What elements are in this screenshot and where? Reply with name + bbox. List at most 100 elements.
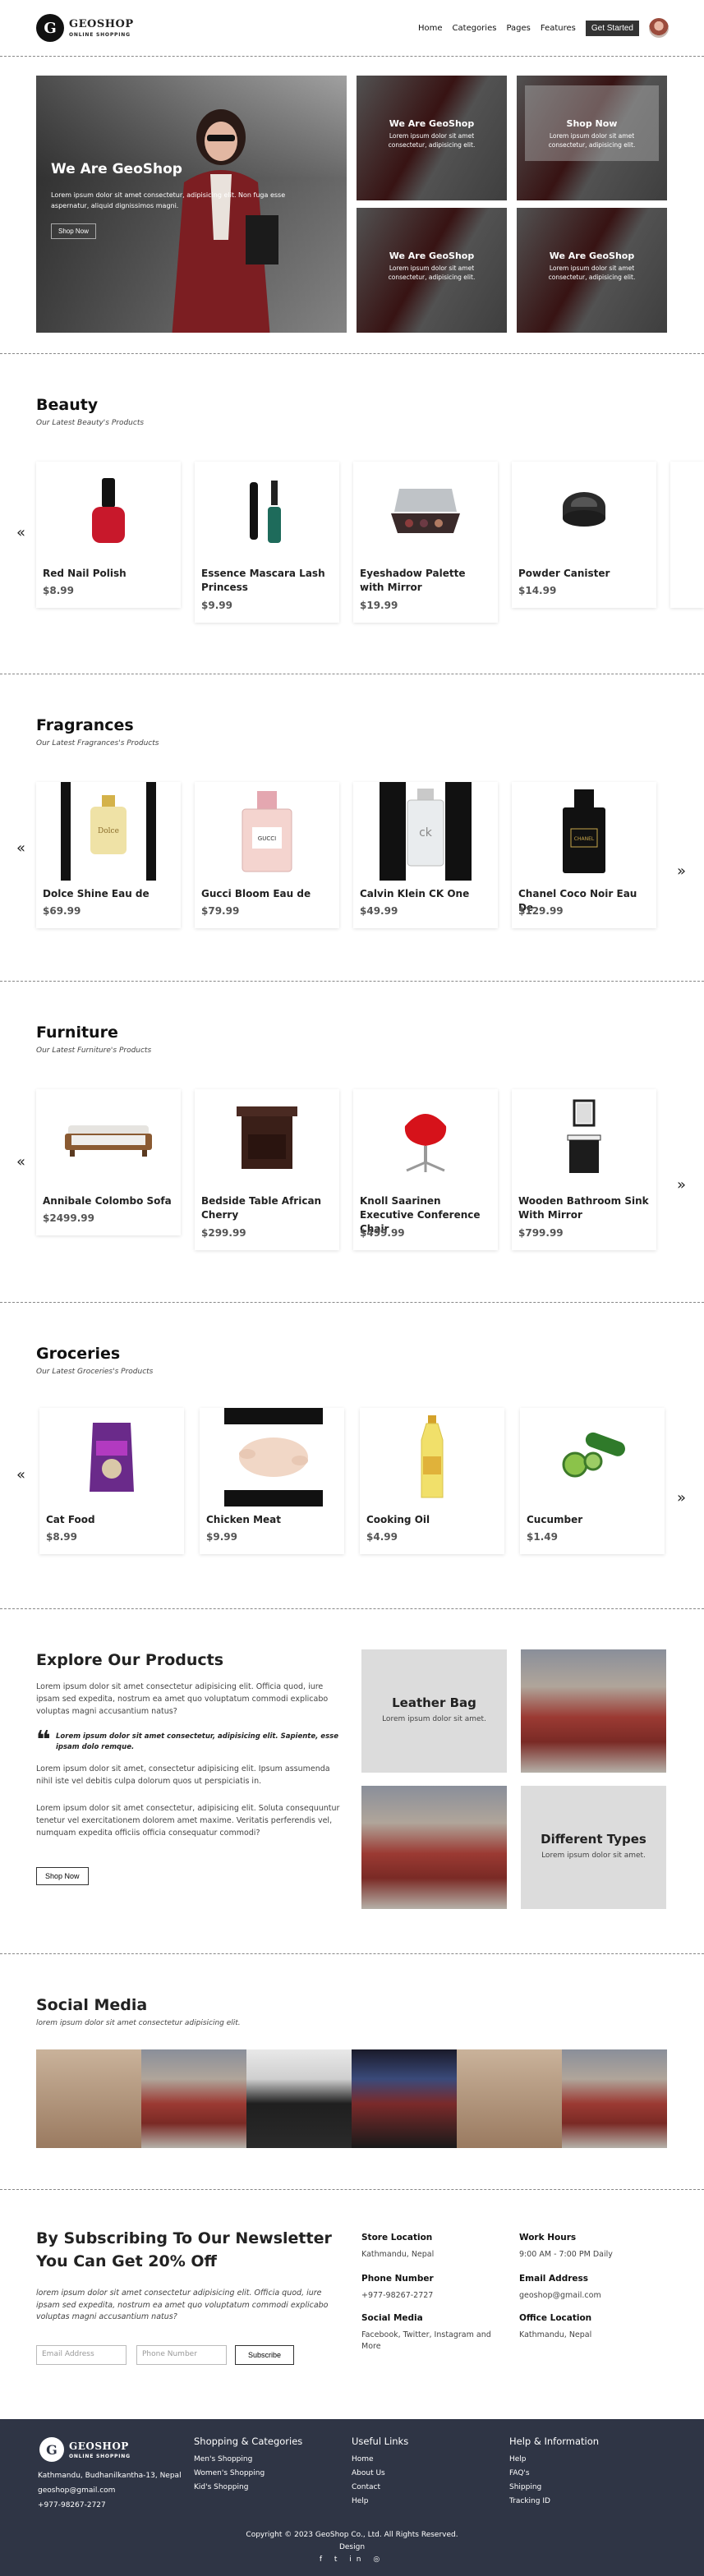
product-image: GUCCI	[195, 782, 339, 881]
tile-leather-bag[interactable]: Leather Bag Lorem ipsum dolor sit amet.	[361, 1649, 507, 1773]
carousel-next-arrow[interactable]: »	[677, 1489, 686, 1506]
footer-link[interactable]: Kid's Shopping	[194, 2483, 248, 2491]
footer-link[interactable]: Contact	[352, 2483, 380, 2491]
product-card[interactable]: Wooden Bathroom Sink With Mirror $799.99	[512, 1089, 656, 1250]
product-card[interactable]: Essence Mascara Lash Princess $9.99	[195, 462, 339, 623]
social-title: Social Media	[36, 1996, 148, 2014]
social-photo[interactable]	[246, 2049, 352, 2148]
brand-name: GEOSHOP	[69, 18, 134, 30]
footer-logo[interactable]: G GEOSHOP ONLINE SHOPPING	[39, 2437, 131, 2462]
subscribe-button[interactable]: Subscribe	[235, 2345, 294, 2365]
social-photo[interactable]	[141, 2049, 246, 2148]
product-card[interactable]: Cooking Oil $4.99	[360, 1408, 504, 1554]
product-card[interactable]: ck Calvin Klein CK One $49.99	[353, 782, 498, 928]
product-image	[360, 1408, 504, 1506]
carousel-next-arrow[interactable]: »	[677, 1176, 686, 1194]
hero-card[interactable]: We Are GeoShop Lorem ipsum dolor sit ame…	[357, 208, 507, 333]
quote-text: Lorem ipsum dolor sit amet consectetur, …	[56, 1732, 338, 1751]
product-card-partial[interactable]	[670, 462, 704, 608]
hero-card-title: We Are GeoShop	[389, 118, 475, 129]
product-name: Cucumber	[527, 1514, 583, 1525]
footer-link[interactable]: Help	[509, 2455, 527, 2463]
tile-text: Lorem ipsum dolor sit amet.	[541, 1852, 646, 1860]
email-field[interactable]: Email Address	[36, 2345, 127, 2365]
product-image	[512, 1089, 656, 1188]
product-card[interactable]: GUCCI Gucci Bloom Eau de $79.99	[195, 782, 339, 928]
product-price: $2499.99	[43, 1212, 95, 1224]
footer-email[interactable]: geoshop@gmail.com	[38, 2486, 115, 2495]
footer-link[interactable]: Men's Shopping	[194, 2455, 252, 2463]
tile-title: Different Types	[541, 1832, 646, 1847]
footer-address: Kathmandu, Budhanilkantha-13, Nepal	[38, 2472, 182, 2480]
phone-field[interactable]: Phone Number	[136, 2345, 227, 2365]
footer-phone: +977-98267-2727	[38, 2501, 106, 2509]
footer-link[interactable]: About Us	[352, 2469, 385, 2477]
get-started-button[interactable]: Get Started	[585, 20, 639, 36]
product-card[interactable]: CHANEL Chanel Coco Noir Eau De $129.99	[512, 782, 656, 928]
tile-different-types[interactable]: Different Types Lorem ipsum dolor sit am…	[521, 1786, 666, 1909]
product-card[interactable]: Chicken Meat $9.99	[200, 1408, 344, 1554]
hero-card[interactable]: We Are GeoShop Lorem ipsum dolor sit ame…	[517, 208, 667, 333]
product-name: Cat Food	[46, 1514, 95, 1525]
social-photo[interactable]	[457, 2049, 562, 2148]
social-photo[interactable]	[36, 2049, 141, 2148]
carousel-next-arrow[interactable]: »	[677, 862, 686, 880]
product-name: Eyeshadow Palette with Mirror	[360, 568, 466, 593]
social-photo[interactable]	[562, 2049, 667, 2148]
product-card[interactable]: Powder Canister $14.99	[512, 462, 656, 608]
section-title: Fragrances	[36, 716, 134, 734]
section-subtitle: Our Latest Groceries's Products	[36, 1368, 154, 1376]
product-card[interactable]: Knoll Saarinen Executive Conference Chai…	[353, 1089, 498, 1250]
nav-features[interactable]: Features	[541, 24, 576, 33]
hero-shop-button[interactable]: Shop Now	[51, 223, 96, 239]
product-card[interactable]: Annibale Colombo Sofa $2499.99	[36, 1089, 181, 1235]
footer-link[interactable]: Help	[352, 2497, 369, 2505]
product-card[interactable]: Eyeshadow Palette with Mirror $19.99	[353, 462, 498, 623]
office-location-label: Office Location	[519, 2313, 592, 2323]
product-card[interactable]: Red Nail Polish $8.99	[36, 462, 181, 608]
explore-paragraph: Lorem ipsum dolor sit amet, consectetur …	[36, 1764, 330, 1787]
footer-link[interactable]: Women's Shopping	[194, 2469, 265, 2477]
product-card[interactable]: Dolce Dolce Shine Eau de $69.99	[36, 782, 181, 928]
product-price: $4.99	[366, 1531, 398, 1543]
product-name: Cooking Oil	[366, 1514, 430, 1525]
quote-icon: ❝	[36, 1726, 51, 1755]
brand-tagline: ONLINE SHOPPING	[69, 32, 131, 38]
product-name: Chicken Meat	[206, 1514, 282, 1525]
hero-model-image	[172, 109, 278, 333]
divider	[0, 1953, 704, 1954]
social-photo[interactable]	[352, 2049, 457, 2148]
footer-link[interactable]: Home	[352, 2455, 374, 2463]
explore-shop-button[interactable]: Shop Now	[36, 1867, 89, 1885]
avatar[interactable]	[649, 18, 669, 38]
footer-link[interactable]: Tracking ID	[509, 2497, 550, 2505]
svg-text:GUCCI: GUCCI	[258, 835, 276, 842]
carousel-prev-arrow[interactable]: «	[16, 524, 25, 541]
nav-categories[interactable]: Categories	[453, 24, 497, 33]
footer-link[interactable]: Shipping	[509, 2483, 541, 2491]
hero-card-title: We Are GeoShop	[549, 251, 635, 261]
hero-card[interactable]: We Are GeoShop Lorem ipsum dolor sit ame…	[357, 76, 507, 200]
hero-card-shop-now[interactable]: Shop Now Lorem ipsum dolor sit amet cons…	[517, 76, 667, 200]
email-value: geoshop@gmail.com	[519, 2291, 601, 2300]
product-price: $299.99	[201, 1227, 246, 1239]
product-name: Gucci Bloom Eau de	[201, 888, 311, 899]
footer-link[interactable]: FAQ's	[509, 2469, 530, 2477]
footer-social-icons[interactable]: f t in ◎	[0, 2555, 704, 2564]
product-name: Dolce Shine Eau de	[43, 888, 150, 899]
carousel-prev-arrow[interactable]: «	[16, 1153, 25, 1171]
brand-logo[interactable]: G GEOSHOP ONLINE SHOPPING	[36, 14, 134, 42]
product-card[interactable]: Bedside Table African Cherry $299.99	[195, 1089, 339, 1250]
carousel-prev-arrow[interactable]: «	[16, 840, 25, 857]
nav-pages[interactable]: Pages	[506, 24, 530, 33]
carousel-prev-arrow[interactable]: «	[16, 1466, 25, 1484]
tile-photo	[361, 1786, 507, 1909]
nav-home[interactable]: Home	[418, 24, 443, 33]
section-title: Beauty	[36, 396, 99, 414]
phone-value: +977-98267-2727	[361, 2291, 434, 2300]
hero-card-text: Lorem ipsum dolor sit amet consectetur, …	[388, 132, 476, 150]
product-price: $19.99	[360, 600, 398, 611]
design-text: Design	[338, 2543, 366, 2551]
product-card[interactable]: Cat Food $8.99	[39, 1408, 184, 1554]
product-card[interactable]: Cucumber $1.49	[520, 1408, 665, 1554]
